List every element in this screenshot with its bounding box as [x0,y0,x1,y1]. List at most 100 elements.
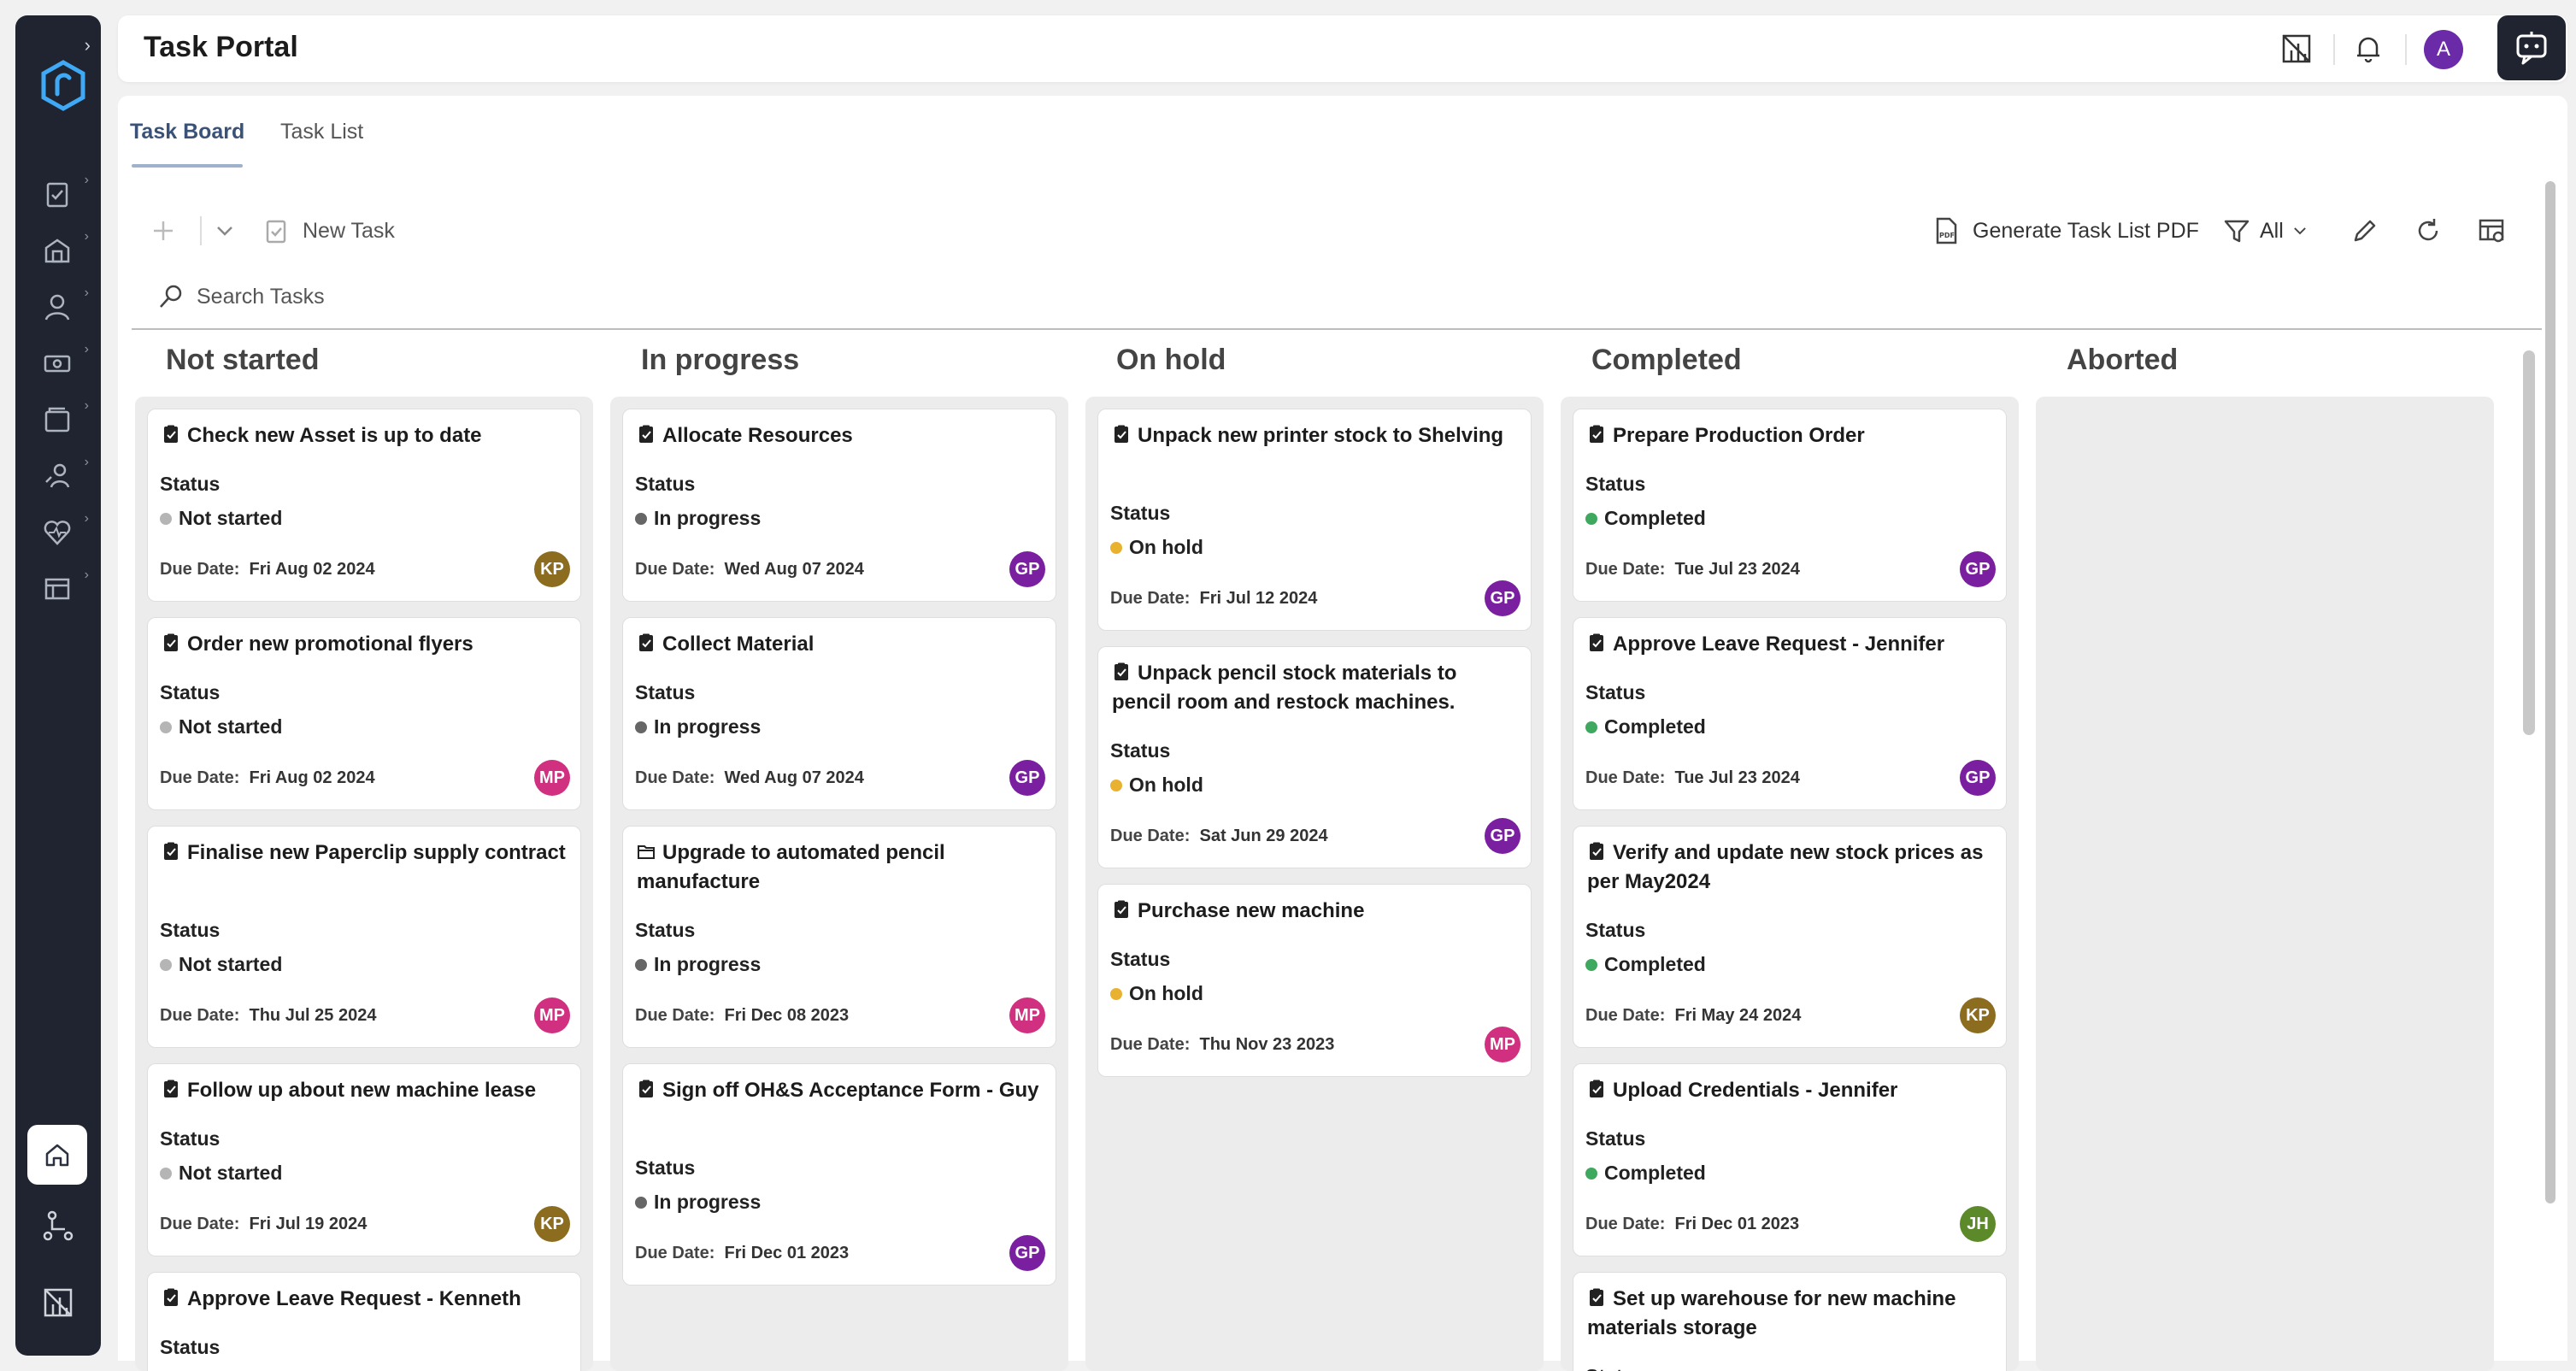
status-value: In progress [635,715,761,738]
board-column: Unpack new printer stock to Shelving Stat… [1085,397,1544,1371]
nav-finance-icon[interactable]: › [41,342,89,385]
status-dot [160,721,172,733]
assignee-avatar[interactable]: GP [1009,1235,1045,1271]
edit-button[interactable] [2350,207,2391,255]
search-icon [160,285,182,308]
task-card[interactable]: Sign off OH&S Acceptance Form - Guy Statu… [622,1063,1056,1286]
nav-tasks-icon[interactable]: › [41,173,89,215]
task-icon [1590,633,1603,651]
due-date: Due Date: Fri Jul 19 2024 [160,1215,367,1234]
task-icon [164,1080,178,1097]
assignee-avatar[interactable]: GP [1009,551,1045,587]
table-settings-icon [2479,219,2504,243]
assignee-avatar[interactable]: MP [1485,1027,1520,1062]
due-date: Due Date: Fri Aug 02 2024 [160,560,375,580]
new-task-button[interactable]: New Task [262,207,395,255]
task-card[interactable]: Unpack new printer stock to Shelving Stat… [1097,409,1532,631]
board-scrollbar[interactable] [2523,350,2535,735]
user-avatar[interactable]: A [2424,30,2463,69]
task-card[interactable]: Allocate Resources Status In progress Due D… [622,409,1056,602]
task-card[interactable]: Follow up about new machine lease Status N… [147,1063,581,1256]
nav-health-icon[interactable]: › [41,511,89,554]
filter-dropdown[interactable]: All [2222,207,2323,255]
task-card[interactable]: Collect Material Status In progress Due Dat… [622,617,1056,810]
status-label: Status [160,919,221,941]
task-title-text: Allocate Resources [662,424,853,447]
due-date-label: Due Date: [635,1006,715,1025]
task-card[interactable]: Purchase new machine Status On hold Due Dat… [1097,884,1532,1077]
task-card[interactable]: Approve Leave Request - Kenneth Status [147,1272,581,1371]
tab-task-list[interactable]: Task List [280,120,363,144]
task-card[interactable]: Approve Leave Request - Jennifer Status Co… [1573,617,2007,810]
task-title: Finalise new Paperclip supply contract [162,838,567,868]
due-date: Due Date: Fri Jul 12 2024 [1110,589,1317,609]
pencil-icon [2354,220,2376,242]
due-date-label: Due Date: [1110,827,1191,845]
nav-documents-icon[interactable]: › [41,398,89,441]
nav-people-icon[interactable]: › [41,285,89,328]
task-title-text: Upgrade to automated pencil manufacture [637,841,945,893]
search-input[interactable]: Search Tasks [197,285,325,309]
generate-pdf-label: Generate Task List PDF [1973,218,2199,243]
due-date: Due Date: Wed Aug 07 2024 [635,768,864,788]
nav-reports-icon[interactable]: › [41,568,89,610]
assignee-avatar[interactable]: MP [534,997,570,1033]
task-card[interactable]: Prepare Production Order Status Completed D… [1573,409,2007,602]
analytics-icon[interactable] [2280,32,2313,65]
task-card[interactable]: Upload Credentials - Jennifer Status Compl… [1573,1063,2007,1256]
task-card[interactable]: Verify and update new stock prices as pe… [1573,826,2007,1048]
add-button[interactable] [149,207,190,255]
notification-bell-icon[interactable] [2352,32,2385,65]
assignee-avatar[interactable]: MP [534,760,570,796]
page-scrollbar[interactable] [2545,181,2555,1203]
assignee-avatar[interactable]: KP [534,551,570,587]
assignee-avatar[interactable]: GP [1960,551,1996,587]
status-label: Status [160,681,221,703]
refresh-button[interactable] [2414,207,2455,255]
assistant-chat-button[interactable] [2497,15,2566,80]
task-title-text: Collect Material [662,633,815,656]
assignee-avatar[interactable]: KP [534,1206,570,1242]
assignee-avatar[interactable]: GP [1960,760,1996,796]
status-text: Not started [179,953,283,975]
status-label: Status [635,473,696,495]
status-dot [635,512,647,525]
search-bar[interactable]: Search Tasks [157,275,325,318]
add-dropdown-button[interactable] [200,207,251,255]
assignee-avatar[interactable]: GP [1485,580,1520,616]
assignee-avatar[interactable]: GP [1009,760,1045,796]
task-card[interactable]: Order new promotional flyers Status Not st… [147,617,581,810]
task-card[interactable]: Unpack pencil stock materials to pencil … [1097,646,1532,868]
task-title: Unpack new printer stock to Shelving [1112,421,1517,450]
due-date-value: Wed Aug 07 2024 [724,560,864,579]
column-title: Not started [166,344,320,376]
status-label: Status [635,681,696,703]
top-header: Task Portal A [118,15,2567,82]
task-card[interactable]: Upgrade to automated pencil manufacture S… [622,826,1056,1048]
app-logo-icon[interactable] [41,60,85,111]
task-title-text: Verify and update new stock prices as pe… [1587,841,1984,893]
tab-task-board[interactable]: Task Board [130,120,244,144]
reports-icon[interactable] [41,1286,75,1320]
assignee-avatar[interactable]: GP [1485,818,1520,854]
due-date: Due Date: Tue Jul 23 2024 [1585,560,1800,580]
refresh-icon [2418,219,2438,241]
toolbar: New Task PDF Generate Task List PDF All [130,207,2549,255]
task-card[interactable]: Set up warehouse for new machine materia… [1573,1272,2007,1371]
due-date-label: Due Date: [160,560,240,579]
due-date-value: Fri Jul 19 2024 [249,1215,368,1233]
task-icon [1590,1080,1603,1097]
task-title-text: Unpack pencil stock materials to pencil … [1112,662,1457,714]
nav-contacts-icon[interactable]: › [41,455,89,497]
expand-rail-icon[interactable]: › [85,34,91,56]
generate-pdf-button[interactable]: PDF Generate Task List PDF [1932,207,2199,255]
assignee-avatar[interactable]: KP [1960,997,1996,1033]
home-button[interactable] [27,1125,87,1185]
task-card[interactable]: Check new Asset is up to date Status Not s… [147,409,581,602]
assignee-avatar[interactable]: JH [1960,1206,1996,1242]
board-settings-button[interactable] [2477,207,2518,255]
nav-assets-icon[interactable]: › [41,229,89,272]
assignee-avatar[interactable]: MP [1009,997,1045,1033]
workflow-icon[interactable] [41,1209,75,1243]
task-card[interactable]: Finalise new Paperclip supply contract St… [147,826,581,1048]
